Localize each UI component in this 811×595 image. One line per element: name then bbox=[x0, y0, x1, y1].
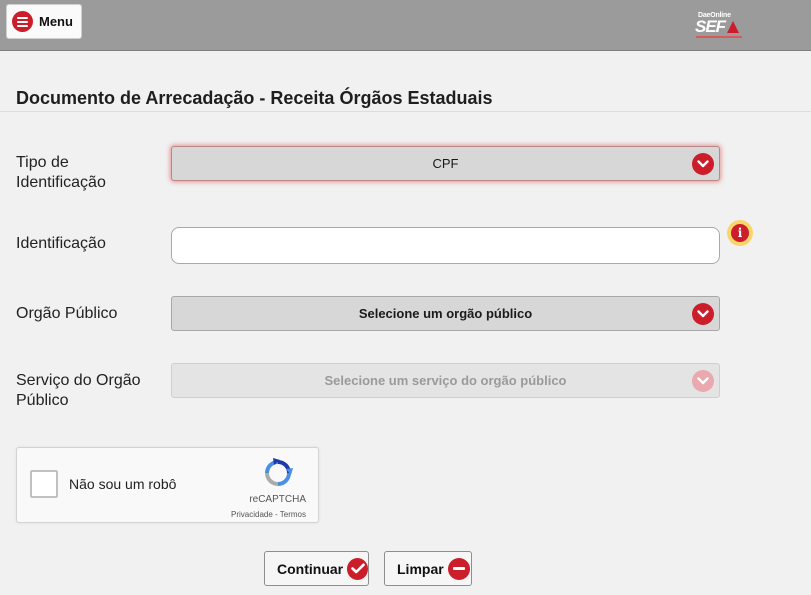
orgao-publico-value: Selecione um orgão público bbox=[358, 306, 533, 321]
recaptcha-logo-icon bbox=[265, 458, 293, 486]
info-icon[interactable]: i bbox=[727, 220, 753, 246]
tipo-label-line1: Tipo de bbox=[16, 154, 69, 171]
minus-circle-icon bbox=[447, 557, 470, 580]
orgao-publico-select[interactable]: Selecione um orgão público bbox=[171, 296, 720, 331]
limpar-button[interactable]: Limpar bbox=[384, 551, 472, 586]
servico-orgao-value: Selecione um serviço do orgão público bbox=[324, 373, 567, 388]
servico-orgao-select[interactable]: Selecione um serviço do orgão público bbox=[171, 363, 720, 398]
chevron-down-icon bbox=[692, 153, 714, 175]
orgao-publico-label: Orgão Público bbox=[16, 305, 118, 322]
info-glyph: i bbox=[731, 224, 749, 242]
sef-logo: DaeOnline SEF bbox=[694, 12, 746, 40]
servico-orgao-label: Serviço do Orgão Público bbox=[16, 371, 141, 411]
menu-button[interactable]: Menu bbox=[6, 4, 82, 39]
tipo-identificacao-select[interactable]: CPF bbox=[171, 146, 720, 181]
tipo-label-line2: Identificação bbox=[16, 174, 106, 191]
top-bar: Menu DaeOnline SEF bbox=[0, 0, 811, 51]
recaptcha-widget: Não sou um robô reCAPTCHA Privacidade - … bbox=[16, 447, 319, 523]
servico-label-line1: Serviço do Orgão bbox=[16, 372, 141, 389]
limpar-label: Limpar bbox=[397, 560, 444, 577]
check-icon bbox=[347, 557, 368, 580]
continuar-label: Continuar bbox=[277, 560, 344, 577]
page-title: Documento de Arrecadação - Receita Órgão… bbox=[16, 88, 493, 108]
hamburger-icon bbox=[12, 11, 33, 32]
identificacao-label: Identificação bbox=[16, 235, 106, 252]
logo-main-text: SEF bbox=[695, 17, 726, 36]
logo-underline bbox=[696, 36, 742, 38]
title-divider bbox=[0, 111, 811, 112]
recaptcha-checkbox[interactable] bbox=[30, 470, 58, 498]
menu-label: Menu bbox=[39, 14, 73, 29]
continuar-button[interactable]: Continuar bbox=[264, 551, 369, 586]
recaptcha-links[interactable]: Privacidade - Termos bbox=[231, 510, 306, 519]
servico-label-line2: Público bbox=[16, 392, 69, 409]
logo-triangle-icon bbox=[727, 21, 739, 33]
tipo-identificacao-value: CPF bbox=[432, 156, 459, 171]
chevron-down-icon bbox=[692, 370, 714, 392]
chevron-down-icon bbox=[692, 303, 714, 325]
recaptcha-brand: reCAPTCHA bbox=[249, 494, 306, 505]
tipo-identificacao-label: Tipo de Identificação bbox=[16, 153, 106, 193]
identificacao-input[interactable] bbox=[171, 227, 720, 264]
recaptcha-label: Não sou um robô bbox=[69, 476, 177, 492]
